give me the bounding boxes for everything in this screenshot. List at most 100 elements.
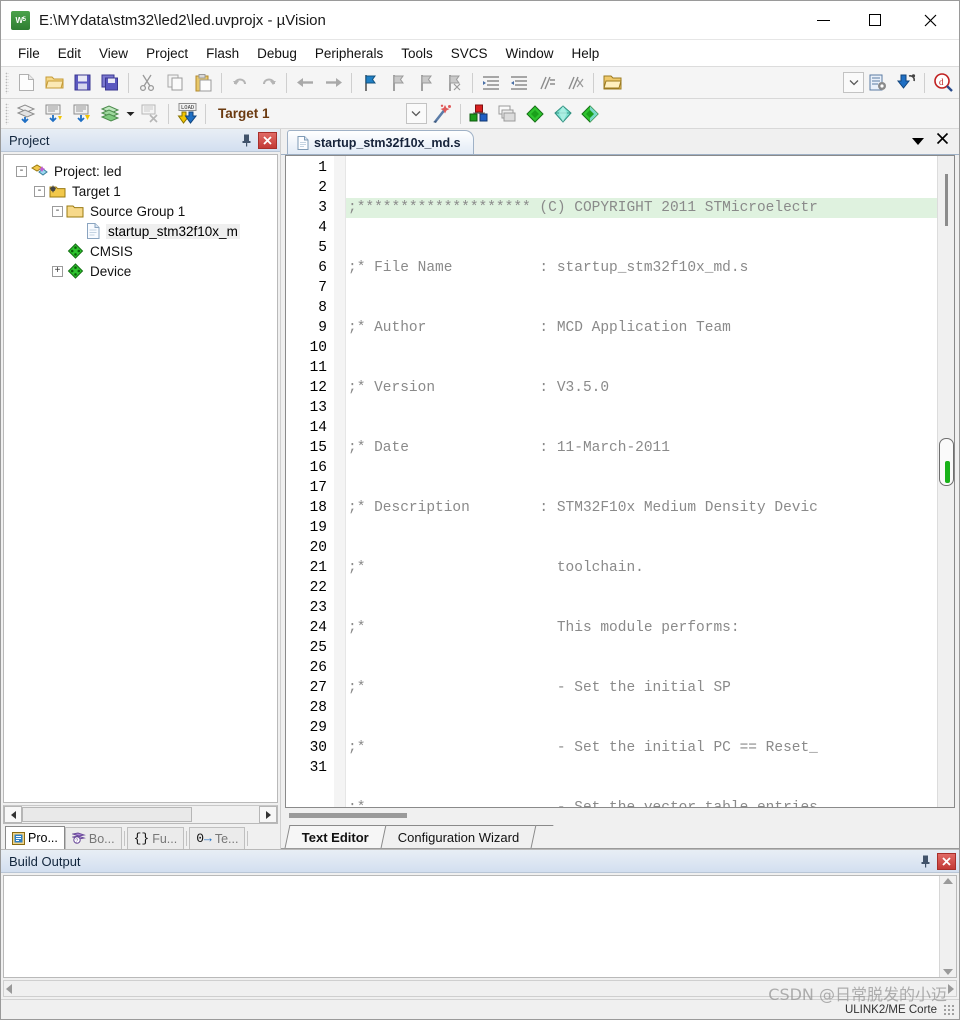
project-pane-close-button[interactable]	[258, 131, 277, 149]
expander-collapse-icon[interactable]: -	[34, 185, 45, 197]
tab-books[interactable]: ? Bo...	[64, 827, 122, 849]
menu-flash[interactable]: Flash	[197, 43, 248, 64]
run-time-environment-button[interactable]	[549, 101, 577, 127]
editor-hscroll-thumb[interactable]	[289, 813, 407, 818]
new-file-button[interactable]	[12, 70, 40, 96]
document-tab-close-button[interactable]	[936, 132, 949, 150]
paste-button[interactable]	[189, 70, 217, 96]
hscroll-right-button[interactable]	[259, 806, 277, 823]
expander-collapse-icon[interactable]: -	[16, 165, 27, 177]
close-window-button[interactable]	[901, 1, 959, 40]
toolbar-overflow-button[interactable]	[843, 72, 864, 93]
manage-multi-project-button[interactable]	[493, 101, 521, 127]
open-file-button[interactable]	[40, 70, 68, 96]
comment-button[interactable]	[533, 70, 561, 96]
hscroll-track[interactable]	[22, 806, 259, 823]
editor-vscrollbar[interactable]	[937, 156, 954, 807]
tree-item-source-group[interactable]: - Source Group 1	[4, 201, 277, 221]
bookmark-toggle-button[interactable]	[356, 70, 384, 96]
minimize-button[interactable]	[797, 1, 849, 40]
bookmark-next-button[interactable]	[412, 70, 440, 96]
project-pane-pin-button[interactable]	[238, 132, 254, 148]
expander-collapse-icon[interactable]: -	[52, 205, 63, 217]
build-toolbar-grip[interactable]	[5, 102, 9, 125]
build-button[interactable]	[40, 101, 68, 127]
menu-view[interactable]: View	[90, 43, 137, 64]
editor-vscroll-thumb[interactable]	[945, 174, 948, 226]
stop-build-button[interactable]	[136, 101, 164, 127]
menu-edit[interactable]: Edit	[49, 43, 90, 64]
hscroll-left-button[interactable]	[4, 806, 22, 823]
document-tab-menu-button[interactable]	[912, 137, 924, 145]
toolbar-grip[interactable]	[5, 71, 9, 94]
find-in-files-button[interactable]: d	[929, 70, 957, 96]
download-to-flash-button[interactable]: LOAD	[173, 101, 201, 127]
menu-window[interactable]: Window	[496, 43, 562, 64]
bookmark-prev-button[interactable]	[384, 70, 412, 96]
manage-run-time-env-button[interactable]	[577, 101, 605, 127]
copy-button[interactable]	[161, 70, 189, 96]
scroll-right-icon[interactable]	[948, 983, 954, 994]
tree-item-target[interactable]: - Target 1	[4, 181, 277, 201]
debug-settings-button[interactable]	[864, 70, 892, 96]
target-dropdown-button[interactable]	[405, 103, 427, 124]
hscroll-thumb[interactable]	[22, 807, 192, 822]
scroll-down-icon[interactable]	[943, 969, 953, 975]
resize-grip-icon[interactable]	[943, 1003, 955, 1016]
navigate-back-button[interactable]	[291, 70, 319, 96]
menu-svcs[interactable]: SVCS	[442, 43, 497, 64]
project-tree-hscrollbar[interactable]	[3, 805, 278, 824]
code-editor[interactable]: 1 2 3 4 5 6 7 8 9 10 11 12 13 14 15 16 1…	[285, 155, 955, 808]
expander-expand-icon[interactable]: +	[52, 265, 63, 277]
editor-hscrollbar[interactable]	[285, 808, 955, 823]
tab-project[interactable]: Pro...	[5, 826, 65, 849]
save-all-button[interactable]	[96, 70, 124, 96]
editor-vscroll-grip[interactable]	[939, 438, 954, 486]
outdent-button[interactable]	[505, 70, 533, 96]
undo-button[interactable]	[226, 70, 254, 96]
cut-button[interactable]	[133, 70, 161, 96]
redo-button[interactable]	[254, 70, 282, 96]
manage-project-items-button[interactable]	[465, 101, 493, 127]
code-folding-strip[interactable]	[334, 156, 346, 807]
menu-project[interactable]: Project	[137, 43, 197, 64]
menu-tools[interactable]: Tools	[392, 43, 442, 64]
build-output-hscrollbar[interactable]	[3, 980, 957, 997]
menu-help[interactable]: Help	[563, 43, 609, 64]
save-button[interactable]	[68, 70, 96, 96]
menu-peripherals[interactable]: Peripherals	[306, 43, 392, 64]
scroll-up-icon[interactable]	[943, 878, 953, 884]
navigate-forward-button[interactable]	[319, 70, 347, 96]
build-output-close-button[interactable]	[937, 852, 956, 870]
tab-text-editor[interactable]: Text Editor	[284, 825, 386, 848]
scroll-left-icon[interactable]	[6, 983, 12, 994]
target-options-button[interactable]	[428, 101, 456, 127]
tree-item-startup-file[interactable]: startup_stm32f10x_m	[4, 221, 277, 241]
tab-functions[interactable]: {} Fu...	[126, 827, 185, 849]
indent-button[interactable]	[477, 70, 505, 96]
tree-item-project[interactable]: - Project: led	[4, 161, 277, 181]
rebuild-all-button[interactable]	[68, 101, 96, 127]
batch-build-dropdown-button[interactable]	[124, 101, 136, 127]
build-output-vscrollbar[interactable]	[939, 876, 956, 977]
download-button[interactable]	[892, 70, 920, 96]
menu-debug[interactable]: Debug	[248, 43, 306, 64]
tree-item-cmsis[interactable]: CMSIS	[4, 241, 277, 261]
pack-installer-button[interactable]	[521, 101, 549, 127]
project-tree[interactable]: - Project: led - Target 1 - Source Group…	[3, 154, 278, 803]
batch-build-button[interactable]	[96, 101, 124, 127]
code-text[interactable]: ;******************** (C) COPYRIGHT 2011…	[346, 156, 937, 807]
translate-button[interactable]	[12, 101, 40, 127]
tab-configuration-wizard[interactable]: Configuration Wizard	[380, 825, 536, 848]
build-output-pin-button[interactable]	[917, 853, 933, 869]
document-tab-startup[interactable]: startup_stm32f10x_md.s	[287, 130, 474, 154]
tab-templates[interactable]: 0→ Te...	[189, 827, 246, 849]
open-folder-button[interactable]	[598, 70, 626, 96]
menu-file[interactable]: File	[9, 43, 49, 64]
code-editor-viewport[interactable]: 1 2 3 4 5 6 7 8 9 10 11 12 13 14 15 16 1…	[286, 156, 937, 807]
maximize-button[interactable]	[849, 1, 901, 40]
tree-item-device[interactable]: + Device	[4, 261, 277, 281]
bookmark-clear-button[interactable]	[440, 70, 468, 96]
build-output-body[interactable]	[3, 875, 957, 978]
uncomment-button[interactable]	[561, 70, 589, 96]
